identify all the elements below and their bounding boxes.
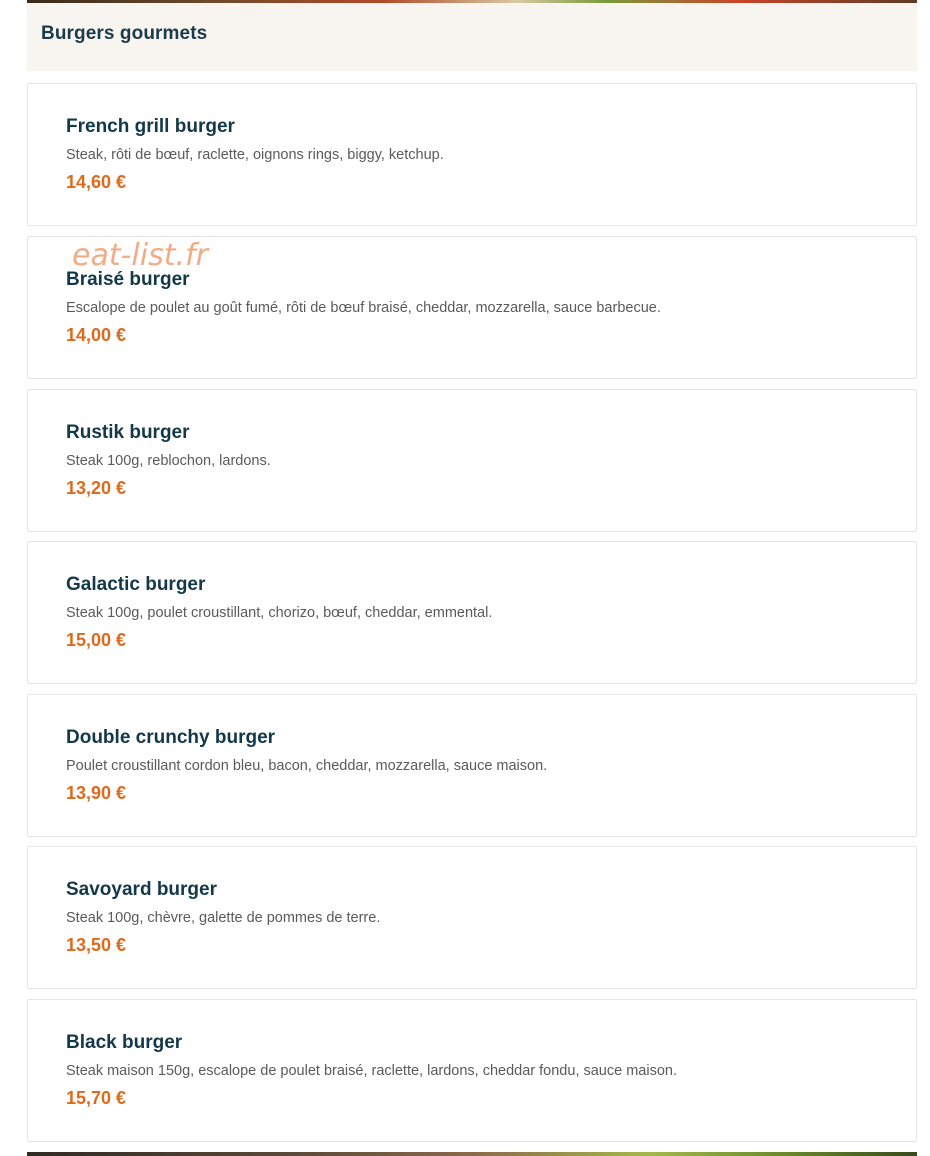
watermark: eat-list.fr bbox=[72, 238, 208, 273]
menu-item-name: Savoyard burger bbox=[66, 879, 217, 900]
menu-item-card[interactable]: Black burger Steak maison 150g, escalope… bbox=[27, 999, 917, 1142]
menu-item-description: Steak, rôti de bœuf, raclette, oignons r… bbox=[66, 147, 444, 163]
category-header: Burgers gourmets bbox=[27, 3, 917, 71]
menu-item-card[interactable]: Savoyard burger Steak 100g, chèvre, gale… bbox=[27, 846, 917, 989]
menu-item-description: Poulet croustillant cordon bleu, bacon, … bbox=[66, 758, 548, 774]
menu-item-name: Rustik burger bbox=[66, 422, 190, 443]
menu-item-name: Double crunchy burger bbox=[66, 727, 276, 748]
menu-item-price: 14,00 € bbox=[66, 325, 127, 345]
menu-item-description: Steak 100g, chèvre, galette de pommes de… bbox=[66, 910, 381, 926]
menu-item-price: 13,90 € bbox=[66, 783, 127, 803]
menu-item-card[interactable]: Galactic burger Steak 100g, poulet crous… bbox=[27, 541, 917, 684]
menu-item-name: Black burger bbox=[66, 1032, 183, 1053]
menu-item-price: 13,50 € bbox=[66, 935, 127, 955]
menu-item-card[interactable]: Rustik burger Steak 100g, reblochon, lar… bbox=[27, 389, 917, 532]
menu-item-description: Escalope de poulet au goût fumé, rôti de… bbox=[66, 300, 661, 316]
menu-item-name: French grill burger bbox=[66, 116, 235, 137]
menu-item-price: 13,20 € bbox=[66, 478, 127, 498]
menu-item-description: Steak 100g, poulet croustillant, chorizo… bbox=[66, 605, 493, 621]
menu-item-description: Steak maison 150g, escalope de poulet br… bbox=[66, 1063, 677, 1079]
menu-item-price: 15,00 € bbox=[66, 630, 127, 650]
menu-item-name: Galactic burger bbox=[66, 574, 206, 595]
menu-item-price: 14,60 € bbox=[66, 172, 127, 192]
menu-item-description: Steak 100g, reblochon, lardons. bbox=[66, 453, 271, 469]
menu-item-price: 15,70 € bbox=[66, 1088, 127, 1108]
category-title: Burgers gourmets bbox=[41, 23, 208, 44]
footer-image-strip bbox=[27, 1152, 917, 1156]
menu-item-card[interactable]: Double crunchy burger Poulet croustillan… bbox=[27, 694, 917, 837]
menu-item-card[interactable]: French grill burger Steak, rôti de bœuf,… bbox=[27, 83, 917, 226]
